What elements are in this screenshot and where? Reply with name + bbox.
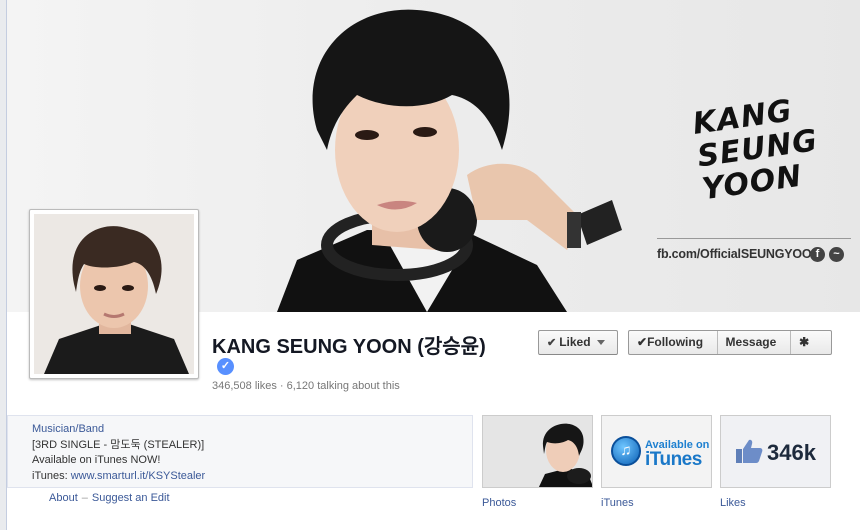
stats-separator: · [279,380,284,392]
page-title: KANG SEUNG YOON (강승윤) [212,336,486,358]
following-button[interactable]: ✔Following [629,331,718,354]
photos-tile[interactable] [482,415,593,488]
page-action-group: ✔Following Message ✱ [628,330,832,355]
itunes-label[interactable]: iTunes [601,497,634,509]
gear-icon: ✱ [799,335,810,349]
itunes-icon: ♫ [611,436,641,466]
itunes-tile[interactable]: ♫ Available on iTunes [601,415,712,488]
chevron-down-icon [596,340,605,346]
liked-label: Liked [559,335,591,349]
itunes-wordmark: iTunes [645,449,702,470]
profile-picture[interactable] [29,209,199,379]
profile-person-illustration [34,214,194,374]
likes-count: 346k [767,440,816,465]
page-category[interactable]: Musician/Band [32,422,472,438]
about-box: Musician/Band [3RD SINGLE - 맘도둑 (STEALER… [7,415,473,488]
about-line-itunes: Available on iTunes NOW! [32,454,161,466]
suggest-edit-link[interactable]: Suggest an Edit [92,492,170,504]
likes-label[interactable]: Likes [720,497,746,509]
cover-divider [657,238,851,239]
likes-count-text: 346,508 likes [212,380,277,392]
facebook-icon: f [810,247,825,262]
cover-url: fb.com/OfficialSEUNGYOON [657,247,821,261]
following-label: Following [647,335,704,349]
talking-about-text: 6,120 talking about this [286,380,400,392]
link-separator: – [81,492,88,504]
page-stats: 346,508 likes · 6,120 talking about this [212,380,400,392]
verified-badge-icon: ✓ [217,358,234,375]
cover-brand-text: KANG SEUNG YOON [691,89,843,207]
liked-button[interactable]: ✔ Liked [538,330,618,355]
cover-person-illustration [277,9,622,312]
likes-tile[interactable]: 346k [720,415,831,488]
facebook-page: KANG SEUNG YOON fb.com/OfficialSEUNGYOON… [6,0,860,530]
check-icon: ✔ [547,337,557,349]
twitter-icon: ~ [829,247,844,262]
itunes-prefix: iTunes: [32,469,71,482]
thumbs-up-icon [736,439,763,463]
photos-label[interactable]: Photos [482,497,516,509]
check-icon: ✔ [637,335,648,349]
about-line-single: [3RD SINGLE - 맘도둑 (STEALER)] [32,438,205,451]
photos-thumbnail [483,416,592,487]
itunes-url-link[interactable]: www.smarturl.it/KSYStealer [71,470,205,482]
about-link[interactable]: About [49,492,78,504]
about-line-link: iTunes: www.smarturl.it/KSYStealer [32,469,472,485]
message-button[interactable]: Message [718,331,792,354]
about-links: About – Suggest an Edit [49,492,170,504]
settings-menu-button[interactable]: ✱ [791,331,831,354]
